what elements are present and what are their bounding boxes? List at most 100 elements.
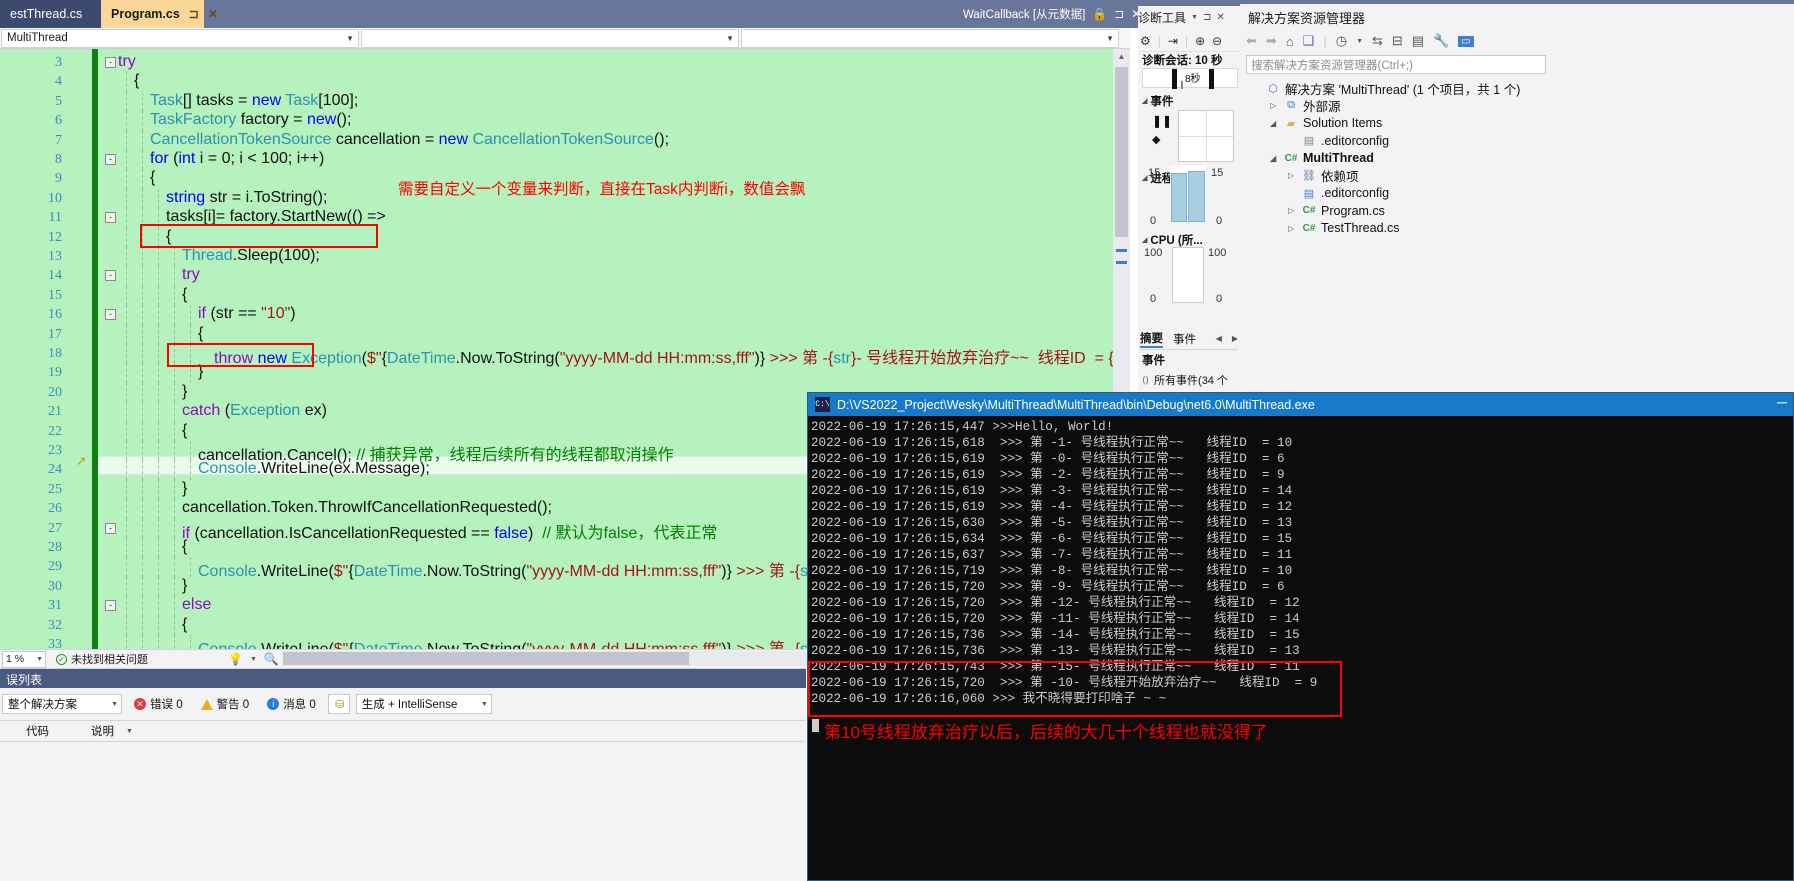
- tree-item-multithread-1-1[interactable]: ⬡ 解决方案 'MultiThread' (1 个项目，共 1 个): [1252, 79, 1520, 97]
- tree-item-program-cs[interactable]: ▷ C# Program.cs: [1288, 202, 1385, 220]
- code-line[interactable]: CancellationTokenSource cancellation = n…: [150, 131, 669, 149]
- chevron-down-icon[interactable]: ▼: [1356, 38, 1363, 45]
- code-line[interactable]: if (str == "10"): [198, 305, 296, 323]
- tree-item-solution-items[interactable]: ◢ ▰ Solution Items: [1270, 114, 1382, 132]
- code-line[interactable]: {: [182, 422, 187, 440]
- tab-summary[interactable]: 摘要: [1140, 330, 1163, 348]
- code-line[interactable]: Thread.Sleep(100);: [182, 247, 320, 265]
- column-header-description[interactable]: 说明: [57, 723, 122, 739]
- type-dropdown[interactable]: ▼: [361, 28, 739, 48]
- tree-item-testthread-cs[interactable]: ▷ C# TestThread.cs: [1288, 219, 1400, 237]
- code-line[interactable]: {: [198, 325, 203, 343]
- search-icon[interactable]: 🔍: [264, 652, 279, 666]
- issues-indicator[interactable]: ✓ 未找到相关问题: [56, 651, 148, 667]
- code-line[interactable]: Task[] tasks = new Task[100];: [150, 92, 358, 110]
- chevron-down-icon[interactable]: ▼: [126, 728, 133, 735]
- errors-filter-button[interactable]: ✕ 错误 0: [128, 694, 189, 714]
- tab-testthread[interactable]: estThread.cs: [0, 0, 101, 28]
- namespace-dropdown[interactable]: MultiThread ▼: [1, 28, 359, 48]
- column-header-code[interactable]: 代码: [0, 723, 57, 739]
- all-events-row[interactable]: ⟨⟩ 所有事件(34 个: [1142, 372, 1238, 388]
- diagnostic-cpu-section[interactable]: ◢ CPU (所...: [1142, 232, 1203, 248]
- zoom-level-selector[interactable]: 1 % ▼: [2, 650, 46, 668]
- tree-item-[interactable]: ▷ ⛓ 依赖项: [1288, 167, 1359, 185]
- code-line[interactable]: }: [182, 577, 187, 595]
- bookmark-icon[interactable]: ➚: [76, 453, 87, 469]
- pending-changes-icon[interactable]: ◷: [1336, 33, 1347, 49]
- fold-toggle[interactable]: -: [105, 57, 116, 68]
- pin-icon[interactable]: ⊐: [1114, 7, 1124, 21]
- triangle-right-icon[interactable]: ▷: [1288, 224, 1297, 233]
- chevron-left-icon[interactable]: ◀: [1216, 334, 1222, 343]
- preview-icon[interactable]: ▭: [1458, 35, 1474, 47]
- home-icon[interactable]: ⌂: [1286, 34, 1294, 49]
- fold-toggle[interactable]: -: [105, 309, 116, 321]
- build-filter-dropdown[interactable]: 生成 + IntelliSense ▼: [355, 694, 492, 714]
- scrollbar-thumb[interactable]: [1115, 67, 1128, 237]
- chevron-right-icon[interactable]: ▶: [1232, 334, 1238, 343]
- triangle-right-icon[interactable]: ▷: [1288, 206, 1297, 215]
- code-line[interactable]: }: [182, 383, 187, 401]
- tree-item-editorconfig[interactable]: ▤ .editorconfig: [1288, 132, 1389, 150]
- fold-toggle[interactable]: -: [105, 154, 116, 165]
- code-line[interactable]: tasks[i]= factory.StartNew(() =>: [166, 208, 386, 226]
- code-line[interactable]: TaskFactory factory = new();: [150, 111, 351, 129]
- warnings-filter-button[interactable]: 警告 0: [195, 694, 256, 714]
- console-title-bar[interactable]: C:\ D:\VS2022_Project\Wesky\MultiThread\…: [808, 393, 1793, 416]
- tree-item-multithread[interactable]: ◢ C# MultiThread: [1270, 149, 1374, 167]
- refresh-icon[interactable]: ⇆: [1372, 33, 1383, 49]
- code-line[interactable]: try: [118, 53, 136, 71]
- solution-explorer-search[interactable]: 搜索解决方案资源管理器(Ctrl+;): [1246, 55, 1546, 74]
- sync-view-icon[interactable]: ❑: [1303, 33, 1315, 49]
- code-line[interactable]: Console.WriteLine($"{DateTime.Now.ToStri…: [198, 557, 828, 581]
- show-all-files-icon[interactable]: ▤: [1412, 33, 1424, 49]
- code-line[interactable]: Console.WriteLine(ex.Message);: [198, 460, 430, 478]
- code-line[interactable]: }: [182, 480, 187, 498]
- code-line[interactable]: {: [166, 228, 171, 246]
- diagnostic-events-section[interactable]: ◢ 事件: [1142, 93, 1173, 109]
- lightbulb-icon[interactable]: 💡: [228, 652, 243, 666]
- code-line[interactable]: try: [182, 266, 200, 284]
- code-line[interactable]: {: [134, 72, 139, 90]
- zoom-in-icon[interactable]: ⊕: [1195, 34, 1205, 48]
- code-line[interactable]: if (cancellation.IsCancellationRequested…: [182, 519, 717, 543]
- code-line[interactable]: throw new Exception($"{DateTime.Now.ToSt…: [214, 344, 1130, 368]
- export-icon[interactable]: ⇥: [1168, 34, 1178, 48]
- properties-icon[interactable]: 🔧: [1433, 33, 1449, 49]
- code-line[interactable]: {: [150, 169, 155, 187]
- close-icon[interactable]: ✕: [1216, 12, 1224, 23]
- tab-events[interactable]: 事件: [1173, 331, 1196, 347]
- code-line[interactable]: catch (Exception ex): [182, 402, 327, 420]
- lock-icon[interactable]: 🔒: [1092, 7, 1107, 21]
- member-dropdown[interactable]: ▼: [741, 28, 1119, 48]
- code-line[interactable]: else: [182, 596, 211, 614]
- code-line[interactable]: cancellation.Token.ThrowIfCancellationRe…: [182, 499, 552, 517]
- chevron-down-icon[interactable]: ▼: [1191, 14, 1198, 21]
- code-line[interactable]: {: [182, 616, 187, 634]
- triangle-right-icon[interactable]: ▷: [1288, 171, 1297, 180]
- tree-item-[interactable]: ▷ ⧉ 外部源: [1270, 97, 1341, 115]
- fold-toggle[interactable]: -: [105, 270, 116, 282]
- back-arrow-icon[interactable]: ⬅: [1246, 33, 1257, 49]
- tab-program[interactable]: Program.cs ⊐ ✕: [101, 0, 218, 28]
- code-line[interactable]: {: [182, 286, 187, 304]
- scrollbar-thumb[interactable]: [283, 652, 689, 665]
- scope-dropdown[interactable]: 整个解决方案 ▼: [2, 694, 122, 714]
- code-line[interactable]: string str = i.ToString();: [166, 189, 327, 207]
- triangle-down-icon[interactable]: ◢: [1270, 119, 1279, 128]
- zoom-out-icon[interactable]: ⊖: [1212, 34, 1222, 48]
- close-icon[interactable]: ✕: [208, 7, 218, 21]
- console-window[interactable]: C:\ D:\VS2022_Project\Wesky\MultiThread\…: [807, 392, 1794, 881]
- fold-toggle[interactable]: -: [105, 522, 116, 534]
- tree-item-editorconfig[interactable]: ▤ .editorconfig: [1288, 184, 1389, 202]
- pin-icon[interactable]: ⊐: [1203, 12, 1211, 23]
- fold-toggle[interactable]: -: [105, 600, 116, 612]
- gear-icon[interactable]: ⚙: [1140, 34, 1151, 48]
- chevron-down-icon[interactable]: ▼: [250, 656, 257, 663]
- triangle-right-icon[interactable]: ▷: [1270, 101, 1279, 110]
- minimize-icon[interactable]: ─: [1777, 394, 1787, 410]
- pin-icon[interactable]: ⊐: [189, 7, 199, 21]
- code-line[interactable]: Console.WriteLine($"{DateTime.Now.ToStri…: [198, 635, 828, 649]
- fold-toggle[interactable]: -: [105, 212, 116, 224]
- collapse-all-icon[interactable]: ⊟: [1392, 33, 1403, 49]
